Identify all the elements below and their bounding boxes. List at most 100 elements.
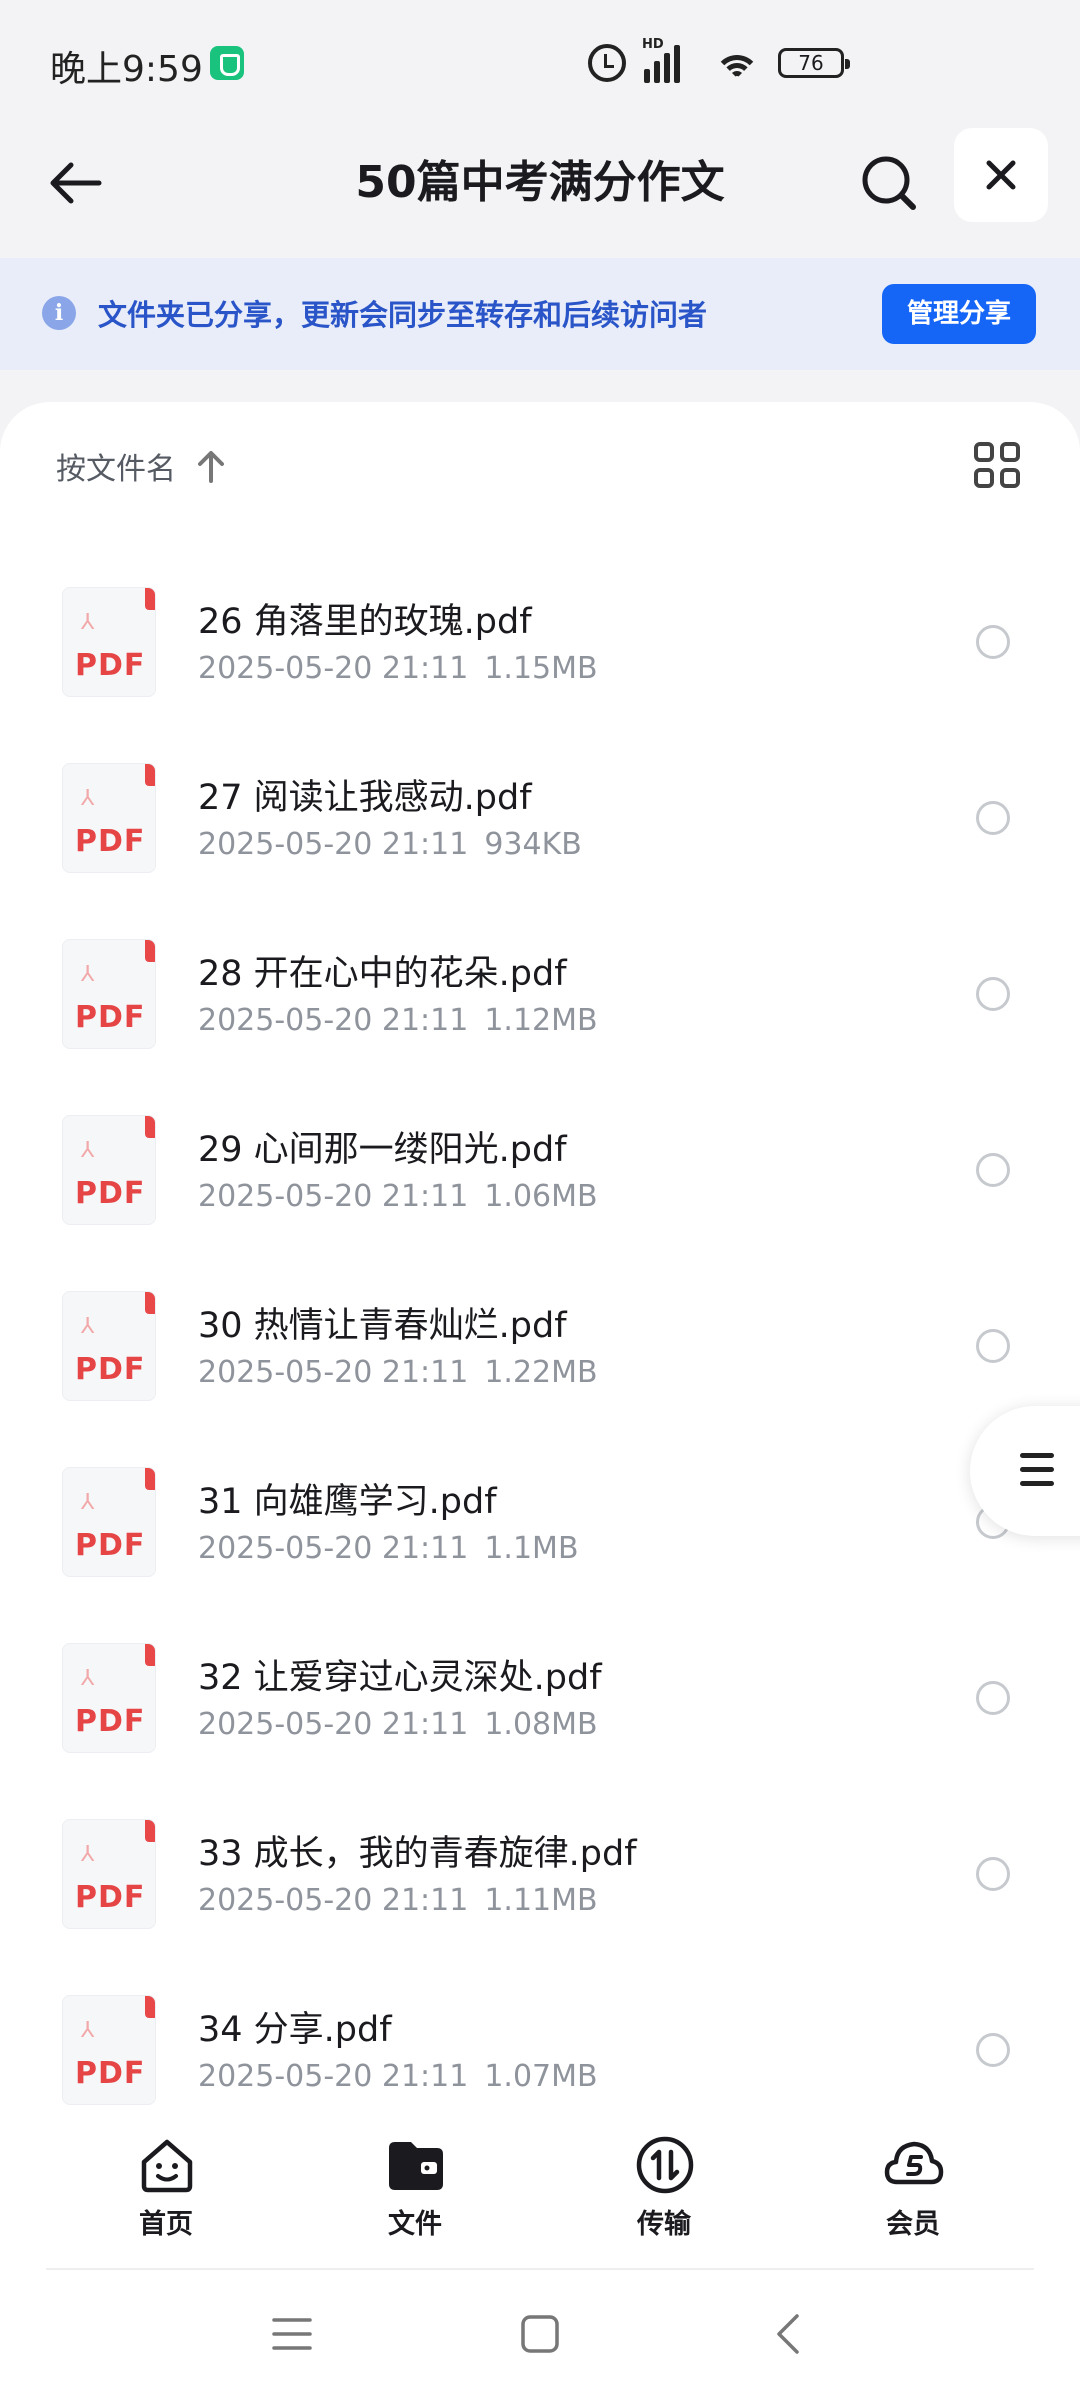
tab-label: 传输 [637, 2209, 691, 2240]
select-radio[interactable] [976, 1681, 1010, 1715]
file-item[interactable]: ⅄ PDF 27 阅读让我感动.pdf 2025-05-20 21:11 934KB [0, 743, 1080, 919]
file-size: 1.12MB [484, 1003, 598, 1038]
file-date: 2025-05-20 21:11 [198, 1003, 469, 1038]
file-date: 2025-05-20 21:11 [198, 2059, 469, 2094]
file-meta: 2025-05-20 21:11 934KB [198, 827, 582, 862]
pdf-file-icon: ⅄ PDF [62, 1291, 156, 1401]
system-back-button[interactable] [748, 2294, 828, 2374]
select-radio[interactable] [976, 1329, 1010, 1363]
select-radio[interactable] [976, 1153, 1010, 1187]
square-icon [521, 2315, 559, 2353]
shield-notification-icon [210, 46, 244, 80]
wifi-icon [714, 45, 760, 81]
battery-icon: 76 [778, 48, 850, 78]
file-meta: 2025-05-20 21:11 1.08MB [198, 1707, 598, 1742]
file-size: 1.15MB [484, 651, 598, 686]
vip-cloud-icon [884, 2141, 944, 2185]
tab-bar: 首页 文件 传输 会员 [0, 2112, 1080, 2270]
menu-icon [272, 2318, 312, 2350]
folder-icon [389, 2142, 443, 2190]
file-item[interactable]: ⅄ PDF 26 角落里的玫瑰.pdf 2025-05-20 21:11 1.15M… [0, 567, 1080, 743]
close-button[interactable] [954, 128, 1048, 222]
file-name: 29 心间那一缕阳光.pdf [198, 1130, 567, 1170]
file-list-card: 按文件名 ⅄ PDF 26 角落里的玫瑰.pdf 2025-05-20 21:11… [0, 402, 1080, 2400]
status-time: 晚上9:59 [50, 49, 203, 90]
file-name: 31 向雄鹰学习.pdf [198, 1482, 497, 1522]
system-nav-bar [0, 2270, 1080, 2400]
search-icon [862, 156, 916, 210]
file-name: 30 热情让青春灿烂.pdf [198, 1306, 567, 1346]
pdf-file-icon: ⅄ PDF [62, 763, 156, 873]
file-name: 26 角落里的玫瑰.pdf [198, 602, 532, 642]
file-name: 34 分享.pdf [198, 2010, 392, 2050]
status-icons: HD 76 [588, 37, 850, 86]
file-item[interactable]: ⅄ PDF 29 心间那一缕阳光.pdf 2025-05-20 21:11 1.06… [0, 1095, 1080, 1271]
file-meta: 2025-05-20 21:11 1.1MB [198, 1531, 579, 1566]
pdf-file-icon: ⅄ PDF [62, 1819, 156, 1929]
file-size: 1.22MB [484, 1355, 598, 1390]
file-name: 33 成长，我的青春旋律.pdf [198, 1834, 637, 1874]
hd-label: HD [642, 37, 664, 52]
alarm-icon [588, 44, 626, 82]
file-meta: 2025-05-20 21:11 1.22MB [198, 1355, 598, 1390]
sort-label: 按文件名 [56, 452, 176, 487]
file-meta: 2025-05-20 21:11 1.07MB [198, 2059, 598, 2094]
file-date: 2025-05-20 21:11 [198, 1707, 469, 1742]
file-item[interactable]: ⅄ PDF 31 向雄鹰学习.pdf 2025-05-20 21:11 1.1MB [0, 1447, 1080, 1623]
header: 50篇中考满分作文 [0, 128, 1080, 258]
tab-label: 会员 [886, 2209, 940, 2240]
select-radio[interactable] [976, 977, 1010, 1011]
file-item[interactable]: ⅄ PDF 28 开在心中的花朵.pdf 2025-05-20 21:11 1.12… [0, 919, 1080, 1095]
smile-home-icon [141, 2139, 193, 2193]
file-date: 2025-05-20 21:11 [198, 651, 469, 686]
signal-icon: HD [642, 37, 696, 83]
arrow-up-icon [198, 451, 224, 483]
file-meta: 2025-05-20 21:11 1.06MB [198, 1179, 598, 1214]
grid-view-icon[interactable] [974, 442, 1022, 490]
file-name: 27 阅读让我感动.pdf [198, 778, 532, 818]
tab-transfer[interactable]: 传输 [594, 2134, 734, 2244]
file-size: 1.07MB [484, 2059, 598, 2094]
menu-lines-icon [1020, 1453, 1054, 1487]
transfer-icon [636, 2136, 694, 2194]
file-item[interactable]: ⅄ PDF 30 热情让青春灿烂.pdf 2025-05-20 21:11 1.22… [0, 1271, 1080, 1447]
sort-control[interactable]: 按文件名 [56, 444, 226, 488]
pdf-file-icon: ⅄ PDF [62, 1115, 156, 1225]
file-date: 2025-05-20 21:11 [198, 1355, 469, 1390]
file-list: ⅄ PDF 26 角落里的玫瑰.pdf 2025-05-20 21:11 1.15M… [0, 567, 1080, 2151]
info-icon: i [42, 296, 76, 330]
search-button[interactable] [852, 146, 926, 220]
status-bar: 晚上9:59 HD 76 [0, 0, 1080, 128]
tab-home[interactable]: 首页 [96, 2134, 236, 2244]
file-name: 28 开在心中的花朵.pdf [198, 954, 567, 994]
file-meta: 2025-05-20 21:11 1.15MB [198, 651, 598, 686]
home-button[interactable] [500, 2294, 580, 2374]
select-radio[interactable] [976, 1857, 1010, 1891]
file-name: 32 让爱穿过心灵深处.pdf [198, 1658, 602, 1698]
select-radio[interactable] [976, 625, 1010, 659]
close-icon [986, 160, 1016, 190]
file-item[interactable]: ⅄ PDF 33 成长，我的青春旋律.pdf 2025-05-20 21:11 1.… [0, 1799, 1080, 1975]
tab-vip[interactable]: 会员 [843, 2134, 983, 2244]
pdf-file-icon: ⅄ PDF [62, 939, 156, 1049]
pdf-file-icon: ⅄ PDF [62, 1643, 156, 1753]
file-date: 2025-05-20 21:11 [198, 1179, 469, 1214]
chevron-left-icon [777, 2314, 799, 2354]
share-banner: i 文件夹已分享，更新会同步至转存和后续访问者 管理分享 [0, 258, 1080, 370]
file-date: 2025-05-20 21:11 [198, 1531, 469, 1566]
file-meta: 2025-05-20 21:11 1.11MB [198, 1883, 598, 1918]
recent-apps-button[interactable] [252, 2294, 332, 2374]
file-size: 1.08MB [484, 1707, 598, 1742]
file-meta: 2025-05-20 21:11 1.12MB [198, 1003, 598, 1038]
pdf-file-icon: ⅄ PDF [62, 1995, 156, 2105]
file-date: 2025-05-20 21:11 [198, 1883, 469, 1918]
pdf-file-icon: ⅄ PDF [62, 587, 156, 697]
file-date: 2025-05-20 21:11 [198, 827, 469, 862]
tab-files[interactable]: 文件 [345, 2134, 485, 2244]
file-item[interactable]: ⅄ PDF 32 让爱穿过心灵深处.pdf 2025-05-20 21:11 1.0… [0, 1623, 1080, 1799]
tab-label: 首页 [139, 2209, 193, 2240]
select-radio[interactable] [976, 2033, 1010, 2067]
select-radio[interactable] [976, 801, 1010, 835]
pdf-file-icon: ⅄ PDF [62, 1467, 156, 1577]
manage-share-button[interactable]: 管理分享 [882, 284, 1036, 344]
